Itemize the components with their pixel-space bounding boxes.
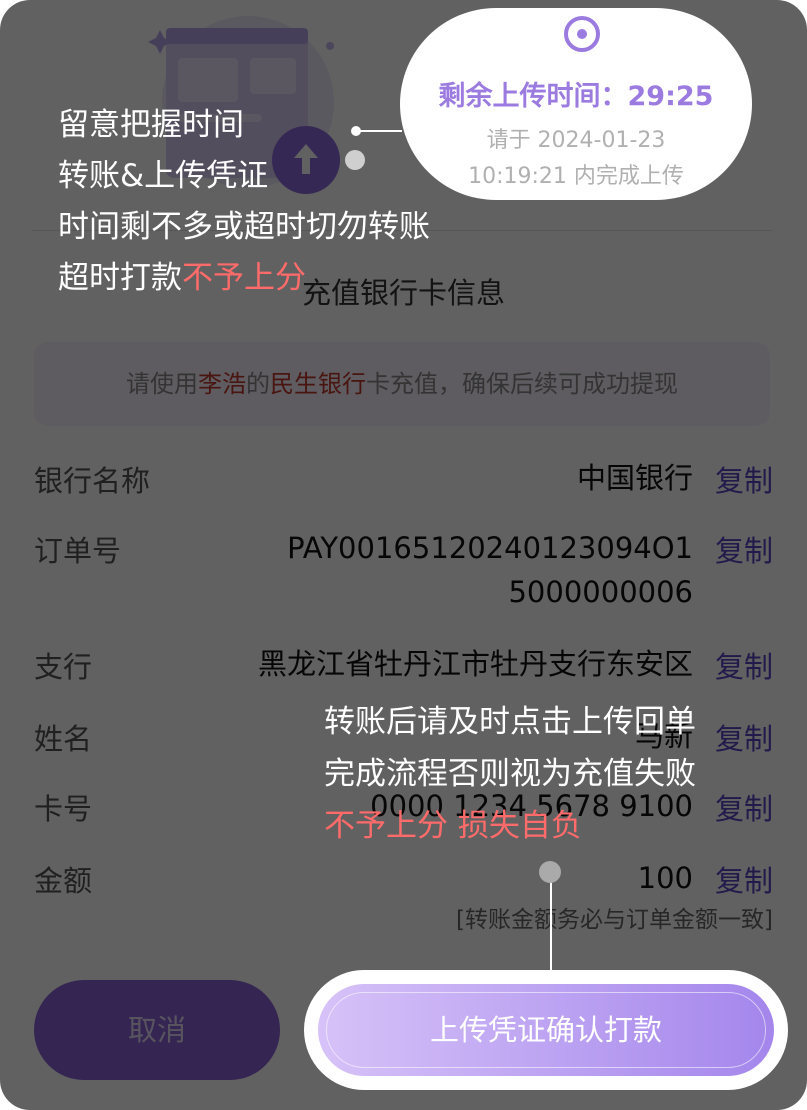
bank-name-value: 中国银行: [576, 461, 693, 495]
guide-tip-timer: 留意把握时间 转账&上传凭证 时间剩不多或超时切勿转账 超时打款不予上分: [58, 100, 430, 304]
recharge-dialog: 充值银行卡信息 请使用李浩的民生银行卡充值，确保后续可成功提现 银行名称 中国银…: [0, 0, 807, 1110]
bank-name-label: 银行名称: [34, 464, 151, 498]
tip-top-line4-emphasis: 不予上分: [182, 260, 306, 296]
card-number-label: 卡号: [34, 792, 93, 826]
guide-connector-dot-bottom: [539, 861, 561, 883]
tip-top-line1: 留意把握时间: [58, 107, 244, 143]
card-usage-notice: 请使用李浩的民生银行卡充值，确保后续可成功提现: [34, 342, 770, 426]
notice-bank: 民生银行: [270, 370, 366, 398]
account-name-label: 姓名: [34, 722, 93, 756]
copy-order-number-button[interactable]: 复制: [715, 528, 773, 570]
tip-bottom-line2: 完成流程否则视为充值失败: [324, 756, 696, 792]
amount-value: 100: [637, 861, 693, 895]
tip-top-line2: 转账&上传凭证: [58, 158, 269, 194]
confirm-upload-button[interactable]: 上传凭证确认打款: [318, 984, 774, 1076]
notice-mid: 的: [246, 370, 270, 398]
order-number-value: PAY00165120240123094O1 5000000006: [287, 526, 693, 614]
confirm-button-highlight: 上传凭证确认打款: [304, 970, 788, 1090]
deadline-date: 请于 2024-01-23: [486, 128, 666, 153]
guide-tip-upload: 转账后请及时点击上传回单 完成流程否则视为充值失败 不予上分 损失自负: [324, 696, 696, 852]
notice-name: 李浩: [198, 370, 246, 398]
guide-connector-line-bottom: [550, 872, 552, 972]
cancel-button[interactable]: 取消: [34, 980, 280, 1080]
branch-value: 黑龙江省牡丹江市牡丹支行东安区: [257, 647, 693, 681]
copy-card-number-button[interactable]: 复制: [715, 786, 773, 828]
order-number-line1: PAY00165120240123094O1: [287, 531, 693, 565]
tip-bottom-line3: 不予上分 损失自负: [324, 808, 582, 844]
tip-bottom-line1: 转账后请及时点击上传回单: [324, 704, 696, 740]
notice-suffix: 卡充值，确保后续可成功提现: [366, 370, 678, 398]
copy-account-name-button[interactable]: 复制: [715, 716, 773, 758]
copy-bank-name-button[interactable]: 复制: [715, 458, 773, 500]
tip-top-line3: 时间剩不多或超时切勿转账: [58, 209, 430, 245]
copy-amount-button[interactable]: 复制: [715, 858, 773, 900]
timer-icon: [564, 16, 600, 52]
remaining-time: 剩余上传时间：29:25: [438, 81, 714, 112]
order-number-label: 订单号: [34, 534, 122, 568]
order-number-line2: 5000000006: [508, 575, 693, 609]
tip-top-line4-prefix: 超时打款: [58, 260, 182, 296]
timer-highlight: 剩余上传时间：29:25 请于 2024-01-23 10:19:21 内完成上…: [400, 8, 752, 200]
amount-label: 金额: [34, 864, 93, 898]
deadline-time: 10:19:21 内完成上传: [468, 164, 684, 189]
branch-label: 支行: [34, 650, 93, 684]
amount-warning: [转账金额务必与订单金额一致]: [456, 907, 773, 933]
copy-branch-button[interactable]: 复制: [715, 644, 773, 686]
tip-top-line4: 超时打款不予上分: [58, 253, 430, 304]
notice-prefix: 请使用: [126, 370, 198, 398]
